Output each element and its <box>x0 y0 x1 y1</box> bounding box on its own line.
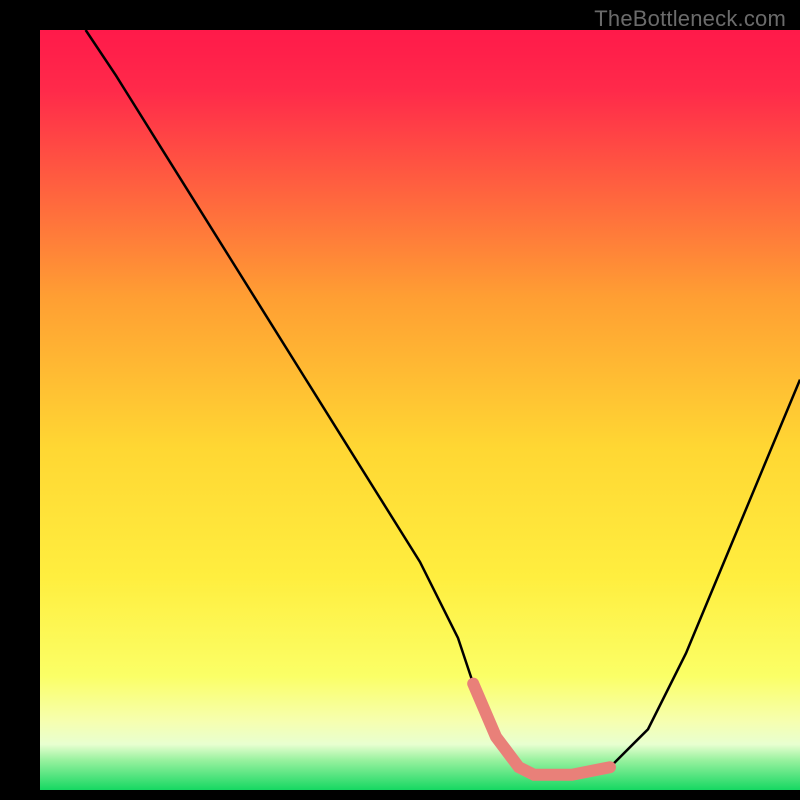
bottleneck-chart <box>0 0 800 800</box>
chart-container: TheBottleneck.com <box>0 0 800 800</box>
chart-gradient-area <box>40 30 800 790</box>
watermark-text: TheBottleneck.com <box>594 6 786 32</box>
